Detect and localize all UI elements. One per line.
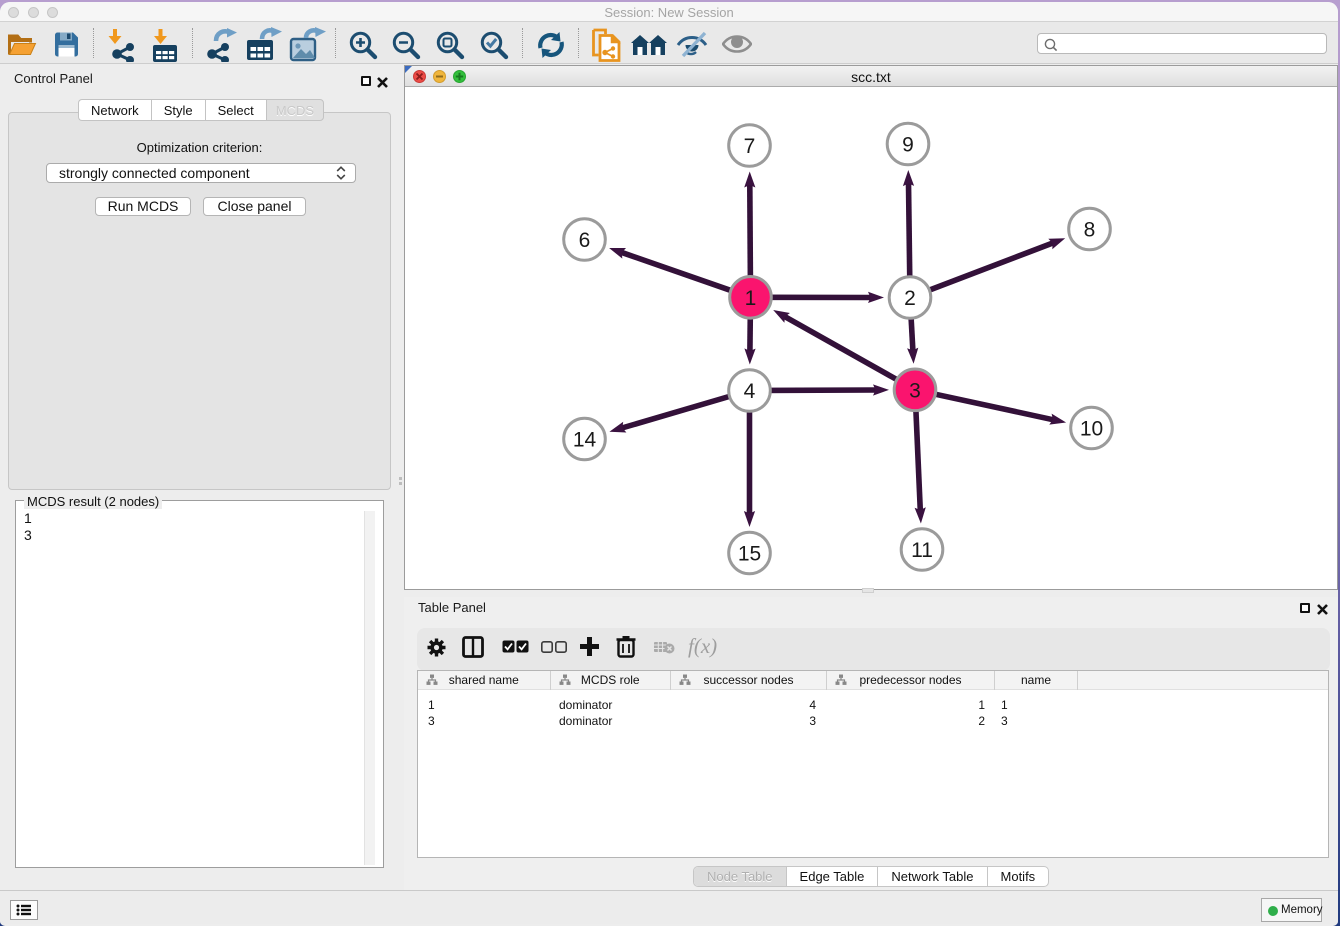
svg-text:6: 6	[579, 229, 591, 252]
svg-text:1: 1	[745, 287, 757, 310]
svg-text:2: 2	[904, 287, 916, 310]
svg-text:8: 8	[1084, 219, 1096, 242]
svg-text:7: 7	[744, 135, 756, 158]
svg-text:11: 11	[911, 539, 933, 562]
svg-text:3: 3	[909, 379, 921, 402]
svg-text:10: 10	[1080, 418, 1103, 441]
svg-text:15: 15	[738, 543, 761, 566]
svg-text:4: 4	[744, 380, 756, 403]
svg-text:14: 14	[573, 429, 597, 452]
svg-text:9: 9	[902, 134, 914, 157]
